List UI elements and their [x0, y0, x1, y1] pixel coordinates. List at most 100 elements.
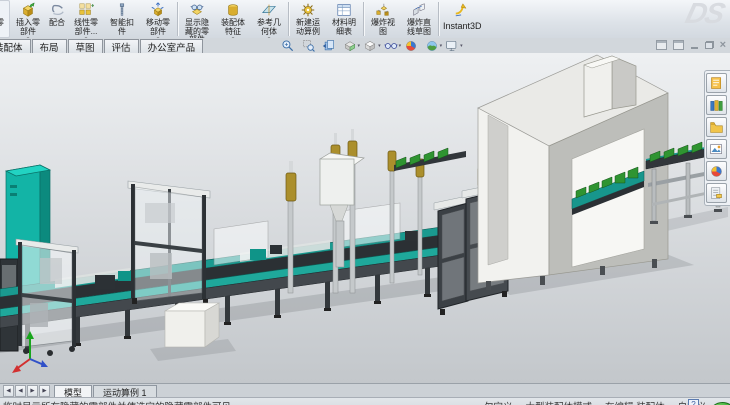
dropdown-caret-icon[interactable]: ▾	[460, 43, 463, 49]
previous-view-icon[interactable]	[322, 39, 336, 53]
toolbar-separator	[363, 2, 364, 36]
help-icon[interactable]: ?	[688, 399, 699, 405]
appearances-icon[interactable]	[706, 161, 727, 181]
tab-assembly[interactable]: 装配体	[0, 39, 31, 53]
exploded-view-button[interactable]: 爆炸视图▾	[365, 0, 401, 38]
heads-up-item: ▾	[445, 39, 464, 53]
instant3d-icon	[454, 2, 470, 18]
ribbon-group: Instant3D▾	[440, 0, 485, 38]
motion-study-icon	[300, 2, 316, 18]
linear-pattern-icon	[78, 2, 94, 18]
edit-appearance-icon[interactable]	[404, 39, 418, 53]
bill-of-materials-button[interactable]: 材料明细表▾	[326, 0, 362, 38]
dropdown-caret-icon[interactable]: ▾	[358, 43, 361, 49]
toolbar-separator	[438, 2, 439, 36]
move-component-button[interactable]: 移动零部件▾	[140, 0, 176, 38]
ribbon-group: 新建运动算例▾材料明细表▾	[290, 0, 362, 38]
new-motion-study-button[interactable]: 新建运动算例▾	[290, 0, 326, 38]
show-hidden-icon	[189, 2, 205, 18]
apply-scene-icon[interactable]	[425, 39, 439, 53]
assembly-model-view[interactable]	[0, 53, 730, 383]
button-label: 编辑零部件	[0, 19, 7, 36]
ribbon-group: 编辑零部件▾插入零部件▾配合▾线性零部件...▾智能扣件▾移动零部件▾	[0, 0, 176, 38]
hide-show-items-icon[interactable]	[384, 39, 398, 53]
window-pane-icon[interactable]	[656, 40, 667, 50]
heads-up-view-toolbar: ▾▾▾▾▾▾▾▾▾	[281, 39, 464, 53]
heads-up-item: ▾	[425, 39, 444, 53]
window-restore-icon[interactable]	[705, 41, 714, 49]
move-component-icon	[150, 2, 166, 18]
graphics-area[interactable]	[0, 53, 730, 383]
tab-office-products[interactable]: 办公室产品	[140, 39, 204, 53]
heads-up-item: ▾	[322, 39, 341, 53]
button-label: 材料明细表	[329, 19, 359, 36]
file-explorer-icon[interactable]	[706, 117, 727, 137]
button-label: 参考几何体	[254, 19, 284, 36]
view-orientation-icon[interactable]	[363, 39, 377, 53]
window-pane-icon[interactable]	[673, 40, 684, 50]
explode-line-sketch-button[interactable]: 爆炸直线草图▾	[401, 0, 437, 38]
status-large-assembly-mode: 大型装配体模式	[526, 399, 593, 405]
ribbon-buttons: 编辑零部件▾插入零部件▾配合▾线性零部件...▾智能扣件▾移动零部件▾显示隐藏的…	[0, 0, 485, 38]
ribbon-group: 爆炸视图▾爆炸直线草图▾	[365, 0, 437, 38]
dropdown-caret-icon[interactable]: ▾	[378, 43, 381, 49]
status-hint: 临时显示所有隐藏的零部件并使选定的隐藏零部件可见	[3, 399, 231, 405]
edit-component-button[interactable]: 编辑零部件▾	[0, 0, 10, 38]
button-label: 配合	[49, 19, 65, 28]
zoom-to-fit-icon[interactable]	[281, 39, 295, 53]
tab-layout[interactable]: 布局	[32, 39, 67, 53]
model-motion-tabs-bar: ◀◀▶▶ 模型运动算例 1	[0, 383, 730, 398]
solidworks-resources-icon[interactable]	[706, 73, 727, 93]
dropdown-caret-icon[interactable]: ▾	[399, 43, 402, 49]
smart-fasteners-icon	[114, 2, 130, 18]
zoom-to-area-icon[interactable]	[302, 39, 316, 53]
window-close-icon[interactable]: ×	[720, 41, 726, 49]
last-tab-icon[interactable]: ▶	[39, 385, 50, 397]
section-view-icon[interactable]	[343, 39, 357, 53]
smart-fasteners-button[interactable]: 智能扣件▾	[104, 0, 140, 38]
status-editing-assembly: 在编辑 装配体	[605, 399, 665, 405]
button-label: 插入零部件	[13, 19, 43, 36]
explode-line-icon	[411, 2, 427, 18]
assembly-features-button[interactable]: 装配体特征▾	[215, 0, 251, 38]
tab-evaluate[interactable]: 评估	[104, 39, 139, 53]
toolbar-separator	[288, 2, 289, 36]
reference-geometry-button[interactable]: 参考几何体▾	[251, 0, 287, 38]
insert-component-button[interactable]: 插入零部件▾	[10, 0, 46, 38]
insert-component-icon	[20, 2, 36, 18]
button-label: 移动零部件	[143, 19, 173, 36]
status-underdefined: 欠定义	[484, 399, 513, 405]
ribbon-toolbar: DS 编辑零部件▾插入零部件▾配合▾线性零部件...▾智能扣件▾移动零部件▾显示…	[0, 0, 730, 39]
mate-icon	[49, 2, 65, 18]
mate-button[interactable]: 配合▾	[46, 0, 68, 38]
tab-sketch[interactable]: 草图	[68, 39, 103, 53]
glass-tower-station[interactable]	[128, 181, 210, 305]
window-minimize-icon[interactable]	[690, 41, 699, 49]
toolbar-separator	[177, 2, 178, 36]
button-label: 爆炸视图	[368, 19, 398, 36]
front-clear-station[interactable]	[16, 239, 78, 356]
design-library-icon[interactable]	[706, 95, 727, 115]
button-label: 显示隐藏的零部件	[182, 19, 212, 39]
view-palette-icon[interactable]	[706, 139, 727, 159]
dassault-logo: DS	[682, 0, 727, 31]
heads-up-item: ▾	[384, 39, 403, 53]
heads-up-item: ▾	[404, 39, 423, 53]
floor-box[interactable]	[165, 303, 219, 347]
view-settings-icon[interactable]	[445, 39, 459, 53]
linear-component-pattern-button[interactable]: 线性零部件...▾	[68, 0, 104, 38]
instant3d-button[interactable]: Instant3D▾	[440, 0, 485, 38]
show-hidden-components-button[interactable]: 显示隐藏的零部件▾	[179, 0, 215, 38]
custom-properties-icon[interactable]	[706, 183, 727, 203]
heads-up-item: ▾	[281, 39, 300, 53]
previous-tab-icon[interactable]: ◀	[15, 385, 26, 397]
next-tab-icon[interactable]: ▶	[27, 385, 38, 397]
task-pane	[704, 70, 730, 206]
heads-up-item: ▾	[302, 39, 321, 53]
reference-geometry-icon	[261, 2, 277, 18]
document-window-controls: ×	[656, 40, 726, 50]
tab-navigation: ◀◀▶▶	[3, 385, 50, 397]
first-tab-icon[interactable]: ◀	[3, 385, 14, 397]
ribbon-group: 显示隐藏的零部件▾装配体特征▾参考几何体▾	[179, 0, 287, 38]
dropdown-caret-icon[interactable]: ▾	[440, 43, 443, 49]
